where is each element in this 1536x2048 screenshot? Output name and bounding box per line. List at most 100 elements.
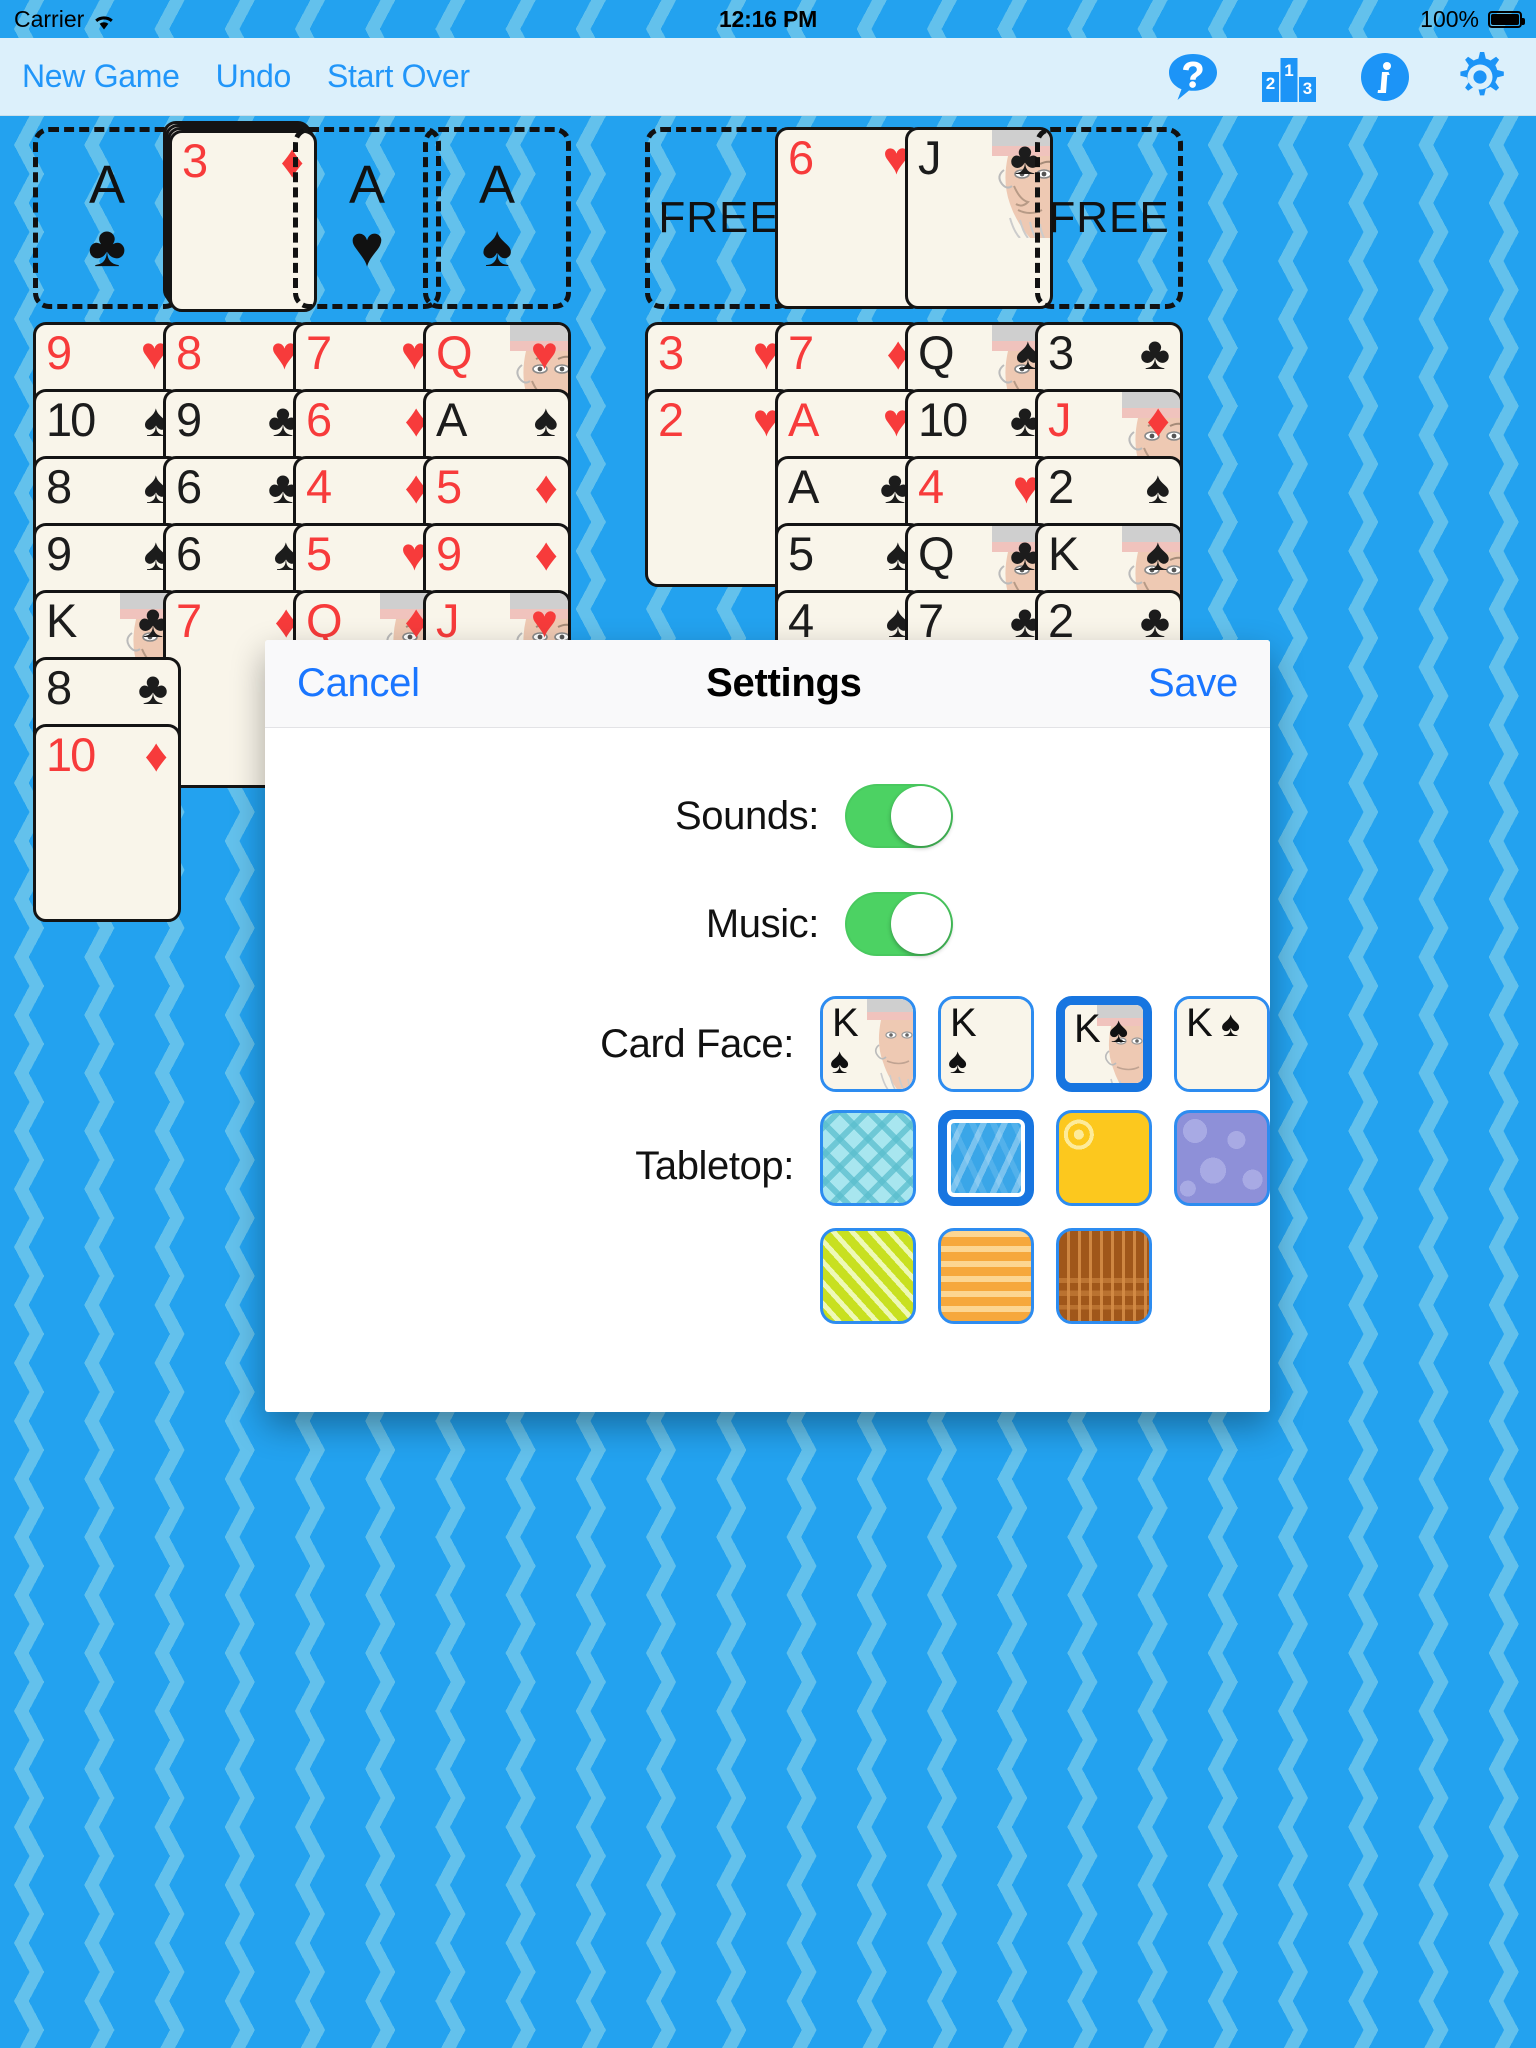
settings-dialog-header: Cancel Settings Save [265, 640, 1270, 728]
card-corner: A ♠ [436, 393, 558, 447]
card-corner: 7 ♥ [306, 326, 428, 380]
card-face-rank: K [950, 1001, 977, 1045]
music-setting-row: Music: [265, 870, 1270, 978]
card-suit: ♦ [1146, 394, 1170, 447]
card-face-suit: ♠ [948, 1040, 968, 1081]
svg-text:3: 3 [1303, 79, 1312, 98]
card-rank: 9 [176, 393, 202, 446]
card-face-preview: K ♠ [1177, 999, 1267, 1089]
card-corner: 9 ♠ [46, 527, 168, 581]
card-rank: A [436, 393, 467, 446]
free-cell-label: FREE [658, 193, 780, 242]
free-cell-card[interactable]: J ♣ [905, 127, 1053, 309]
battery-percent-label: 100% [1420, 5, 1479, 32]
card-rank: 6 [176, 460, 202, 513]
card-corner: 10 ♠ [46, 393, 168, 447]
card-face-suit: ♠ [1109, 1009, 1129, 1050]
settings-dialog-title: Settings [706, 661, 862, 705]
tabletop-purple-dots[interactable] [1174, 1110, 1270, 1206]
foundation-suit: ♥ [349, 213, 385, 279]
card-face-preview: K ♠ [823, 999, 913, 1089]
card-face-inline-art[interactable]: K ♠ [1056, 996, 1152, 1092]
card-corner: J ♣ [918, 131, 1040, 185]
card-rank: K [46, 594, 77, 647]
tabletop-options-row-1 [820, 1110, 1270, 1206]
free-cell-card[interactable]: 6 ♥ [775, 127, 923, 309]
foundations-and-freecells-row: A ♣ 3 ♦ A ♥ A ♠ FREE 6 ♥ J ♣ FREE [0, 117, 1536, 312]
tabletop-green-stripes[interactable] [820, 1228, 916, 1324]
card-rank: 9 [46, 326, 72, 379]
card-corner: 8 ♠ [46, 460, 168, 514]
card-corner: 5 ♦ [436, 460, 558, 514]
card-corner: 8 ♥ [176, 326, 298, 380]
card-face-stacked-art[interactable]: K ♠ [820, 996, 916, 1092]
foundation-rank: A [88, 155, 126, 216]
card-rank: 5 [788, 527, 814, 580]
card-face-rank: K [1186, 1001, 1213, 1045]
foundation-slot[interactable]: A ♥ [293, 127, 441, 309]
card-face-inline-plain[interactable]: K ♠ [1174, 996, 1270, 1092]
card-rank: A [788, 460, 819, 513]
card-suit: ♠ [533, 394, 558, 447]
tableau-card[interactable]: 10 ♦ [33, 724, 181, 922]
face-card-art [867, 999, 913, 1089]
help-icon[interactable] [1166, 50, 1220, 104]
card-corner: 9 ♥ [46, 326, 168, 380]
card-suit: ♦ [534, 461, 558, 514]
free-cell-label: FREE [1048, 193, 1170, 242]
free-cell-slot[interactable]: FREE [1035, 127, 1183, 309]
card-corner: 9 ♣ [176, 393, 298, 447]
start-over-button[interactable]: Start Over [327, 58, 470, 95]
foundation-slot[interactable]: A ♣ [33, 127, 181, 309]
cancel-button[interactable]: Cancel [297, 661, 420, 706]
sounds-toggle[interactable] [845, 784, 953, 848]
card-face-setting-row: Card Face: K ♠ K ♠ K ♠ K ♠ [265, 978, 1270, 1110]
status-bar: Carrier 12:16 PM 100% [0, 0, 1536, 38]
card-corner: 5 ♠ [788, 527, 910, 581]
card-corner: 6 ♥ [788, 131, 910, 185]
card-corner: 3 ♣ [1048, 326, 1170, 380]
card-corner: 8 ♣ [46, 661, 168, 715]
card-corner: 10 ♦ [46, 728, 168, 782]
save-button[interactable]: Save [1148, 661, 1238, 706]
leaderboard-icon[interactable]: 2 1 3 [1260, 50, 1318, 104]
card-rank: 6 [306, 393, 332, 446]
undo-button[interactable]: Undo [216, 58, 292, 95]
tabletop-orange-waves[interactable] [938, 1228, 1034, 1324]
card-corner: 10 ♣ [918, 393, 1040, 447]
svg-text:1: 1 [1284, 61, 1293, 80]
card-rank: 8 [176, 326, 202, 379]
card-rank: 6 [788, 131, 814, 184]
music-toggle[interactable] [845, 892, 953, 956]
card-suit: ♠ [1145, 461, 1170, 514]
card-face-stacked-plain[interactable]: K ♠ [938, 996, 1034, 1092]
card-rank: K [1048, 527, 1079, 580]
card-rank: A [788, 393, 819, 446]
sounds-setting-row: Sounds: [265, 762, 1270, 870]
tabletop-blue-zigzag[interactable] [938, 1110, 1034, 1206]
card-rank: 7 [176, 594, 202, 647]
settings-dialog-body: Sounds: Music: Card Face: K ♠ K ♠ K ♠ K ♠ Table… [265, 728, 1270, 1324]
settings-gear-icon[interactable] [1452, 49, 1508, 105]
card-corner: 4 ♦ [306, 460, 428, 514]
tabletop-cyan-lattice[interactable] [820, 1110, 916, 1206]
tabletop-brown-wood[interactable] [1056, 1228, 1152, 1324]
card-corner: 4 ♥ [918, 460, 1040, 514]
info-icon[interactable] [1358, 50, 1412, 104]
card-face-suit: ♠ [1221, 1003, 1241, 1044]
card-face-preview: K ♠ [941, 999, 1031, 1089]
foundation-suit: ♠ [481, 213, 513, 279]
music-label: Music: [705, 901, 820, 946]
foundation-slot[interactable]: A ♠ [423, 127, 571, 309]
card-corner: Q ♠ [918, 326, 1040, 380]
tableau-card[interactable]: 2 ♥ [645, 389, 793, 587]
new-game-button[interactable]: New Game [22, 58, 180, 95]
free-cell-slot[interactable]: FREE [645, 127, 793, 309]
toolbar-left-group: New Game Undo Start Over [22, 58, 470, 95]
card-rank: Q [436, 326, 473, 379]
tabletop-yellow-circles[interactable] [1056, 1110, 1152, 1206]
card-rank: J [918, 131, 941, 184]
card-face-preview: K ♠ [1065, 1005, 1143, 1083]
card-corner: J♦ [1048, 393, 1170, 447]
card-face-suit: ♠ [830, 1040, 850, 1081]
